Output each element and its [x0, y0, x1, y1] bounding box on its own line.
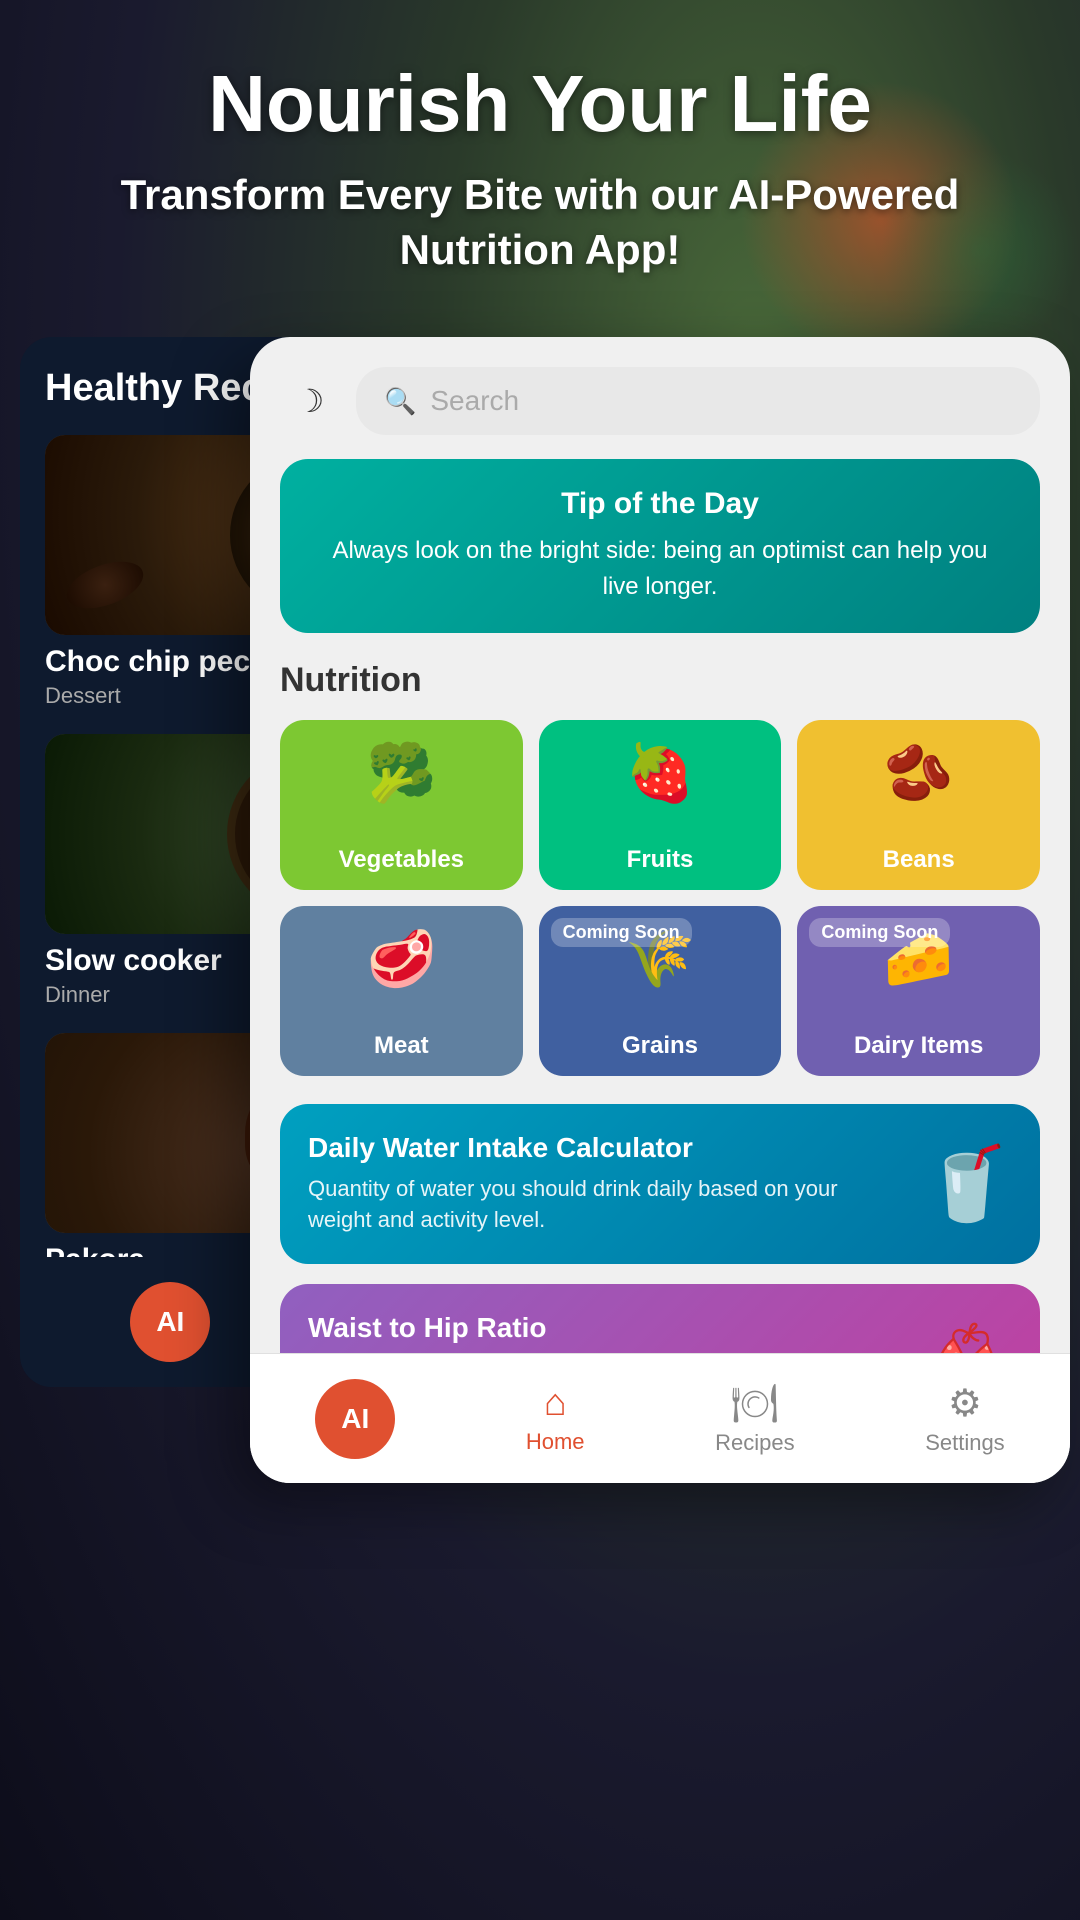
nutrition-grid: 🥦 Vegetables 🍓 Fruits 🫘 Beans 🥩 Meat [280, 720, 1040, 1076]
white-bottom-nav: AI ⌂ Home 🍽 Recipes ⚙ Settings [250, 1353, 1070, 1483]
moon-icon[interactable]: ☽ [280, 371, 340, 431]
dairy-label: Dairy Items [854, 1032, 983, 1060]
nutrition-tile-grains[interactable]: Coming Soon 🌾 Grains [539, 906, 782, 1076]
settings-label: Settings [925, 1430, 1005, 1456]
water-text: Daily Water Intake Calculator Quantity o… [308, 1132, 902, 1236]
white-home-label: Home [526, 1429, 585, 1455]
search-placeholder: Search [430, 385, 519, 417]
dark-nav-ai-button[interactable]: AI [130, 1282, 210, 1362]
tip-card: Tip of the Day Always look on the bright… [280, 459, 1040, 633]
vegetables-emoji: 🥦 [366, 740, 436, 806]
tip-title: Tip of the Day [316, 487, 1004, 521]
water-title: Daily Water Intake Calculator [308, 1132, 902, 1164]
cards-container: Healthy Recipes Choc chip pecan Dessert … [0, 337, 1080, 1487]
cards-wrapper: Healthy Recipes Choc chip pecan Dessert … [20, 337, 1060, 1487]
search-row: ☽ 🔍 Search [280, 367, 1040, 435]
white-nav-ai-button[interactable]: AI [315, 1379, 395, 1459]
water-intake-card[interactable]: Daily Water Intake Calculator Quantity o… [280, 1104, 1040, 1264]
whr-title: Waist to Hip Ratio [308, 1312, 902, 1344]
nutrition-tile-dairy[interactable]: Coming Soon 🧀 Dairy Items [797, 906, 1040, 1076]
grains-coming-soon-badge: Coming Soon [551, 918, 692, 947]
dairy-coming-soon-badge: Coming Soon [809, 918, 950, 947]
tip-body: Always look on the bright side: being an… [316, 533, 1004, 605]
nutrition-section-title: Nutrition [280, 661, 1040, 700]
white-nav-recipes[interactable]: 🍽 Recipes [715, 1382, 794, 1456]
fruits-emoji: 🍓 [625, 740, 695, 806]
white-nav-home[interactable]: ⌂ Home [526, 1382, 585, 1455]
vegetables-label: Vegetables [339, 846, 464, 874]
nutrition-tile-fruits[interactable]: 🍓 Fruits [539, 720, 782, 890]
beans-emoji: 🫘 [884, 740, 954, 806]
settings-icon: ⚙ [948, 1381, 982, 1426]
search-bar[interactable]: 🔍 Search [356, 367, 1040, 435]
meat-emoji: 🥩 [366, 926, 436, 992]
recipes-icon: 🍽 [731, 1382, 779, 1426]
beans-label: Beans [883, 846, 955, 874]
header-section: Nourish Your Life Transform Every Bite w… [0, 0, 1080, 307]
nutrition-tile-beans[interactable]: 🫘 Beans [797, 720, 1040, 890]
app-title: Nourish Your Life [60, 60, 1020, 148]
nutrition-tile-meat[interactable]: 🥩 Meat [280, 906, 523, 1076]
water-cup-icon: 🥤 [922, 1141, 1012, 1226]
grains-label: Grains [622, 1032, 698, 1060]
app-subtitle: Transform Every Bite with our AI-Powered… [60, 168, 1020, 277]
water-body: Quantity of water you should drink daily… [308, 1174, 902, 1236]
fruits-label: Fruits [627, 846, 694, 874]
nutrition-tile-vegetables[interactable]: 🥦 Vegetables [280, 720, 523, 890]
search-icon: 🔍 [384, 386, 416, 417]
main-app-card: ☽ 🔍 Search Tip of the Day Always look on… [250, 337, 1070, 1483]
recipes-label: Recipes [715, 1430, 794, 1456]
meat-label: Meat [374, 1032, 429, 1060]
white-home-icon: ⌂ [544, 1382, 567, 1425]
white-nav-settings[interactable]: ⚙ Settings [925, 1381, 1005, 1456]
